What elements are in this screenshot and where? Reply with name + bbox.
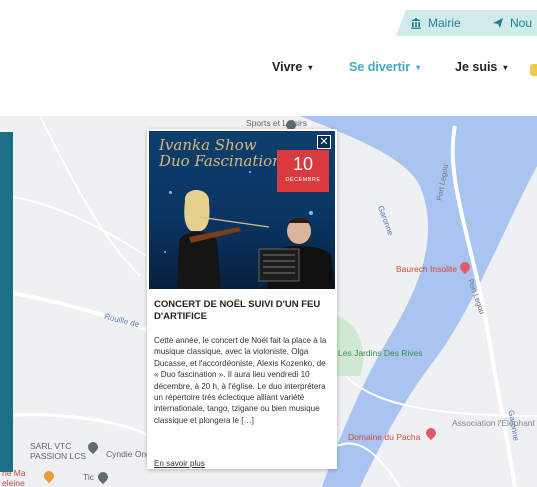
- close-button[interactable]: ✕: [317, 135, 331, 149]
- nav-item-se-divertir[interactable]: Se divertir ▾: [349, 60, 420, 74]
- road: [0, 413, 151, 438]
- road: [39, 116, 141, 277]
- event-image: Ivanka Show Duo Fascination 10 DÉCEMBRE …: [149, 131, 335, 289]
- date-day: 10: [292, 154, 314, 174]
- nav-item-vivre[interactable]: Vivre ▾: [272, 60, 312, 74]
- nav-item-label: Je suis: [455, 60, 498, 74]
- park-area: [337, 316, 364, 376]
- nav-item-partial[interactable]: [530, 64, 537, 76]
- road: [9, 195, 147, 257]
- event-image-title: Ivanka Show Duo Fascination: [159, 136, 282, 170]
- event-popup: Ivanka Show Duo Fascination 10 DÉCEMBRE …: [147, 129, 337, 469]
- map-label-cyndie: Cyndie Ong: [106, 449, 151, 459]
- nav-item-label: Vivre: [272, 60, 303, 74]
- map-label-tic: Tic: [83, 472, 95, 482]
- map-label-association: Association l'Éléphant: [452, 418, 535, 428]
- map-label-sarl: SARL VTC PASSION LCS: [30, 441, 87, 461]
- date-badge: 10 DÉCEMBRE: [277, 150, 329, 192]
- map-label-baurech: Baurech Insolite: [396, 264, 457, 274]
- map-label-sports: Sports et Loisirs: [246, 118, 307, 128]
- chevron-down-icon: ▾: [416, 63, 421, 72]
- date-month: DÉCEMBRE: [285, 177, 321, 183]
- tab-mairie[interactable]: Mairie: [396, 10, 488, 36]
- side-panel-edge: [0, 132, 13, 472]
- map-label-pacha: Domaine du Pacha: [348, 432, 421, 442]
- event-title: CONCERT DE NOËL SUIVI D'UN FEU D'ARTIFIC…: [154, 299, 321, 322]
- main-nav: Vivre ▾ Se divertir ▾ Je suis ▾: [0, 54, 537, 84]
- tab-nou-label: Nou: [510, 16, 533, 30]
- tab-mairie-label: Mairie: [428, 16, 461, 30]
- tab-nou[interactable]: Nou: [478, 10, 537, 36]
- building-icon: [410, 17, 422, 29]
- top-utility-tabs: Mairie Nou: [0, 0, 537, 40]
- chevron-down-icon: ▾: [308, 63, 313, 72]
- read-more-link[interactable]: En savoir plus: [154, 459, 205, 468]
- nav-item-label: Se divertir: [349, 60, 411, 74]
- map-label-jardins: Les Jardins Des Rives: [338, 348, 423, 358]
- event-description: Cette année, le concert de Noël fait la …: [154, 336, 327, 425]
- chevron-down-icon: ▾: [503, 63, 508, 72]
- nav-item-je-suis[interactable]: Je suis ▾: [455, 60, 507, 74]
- paper-plane-icon: [492, 17, 504, 29]
